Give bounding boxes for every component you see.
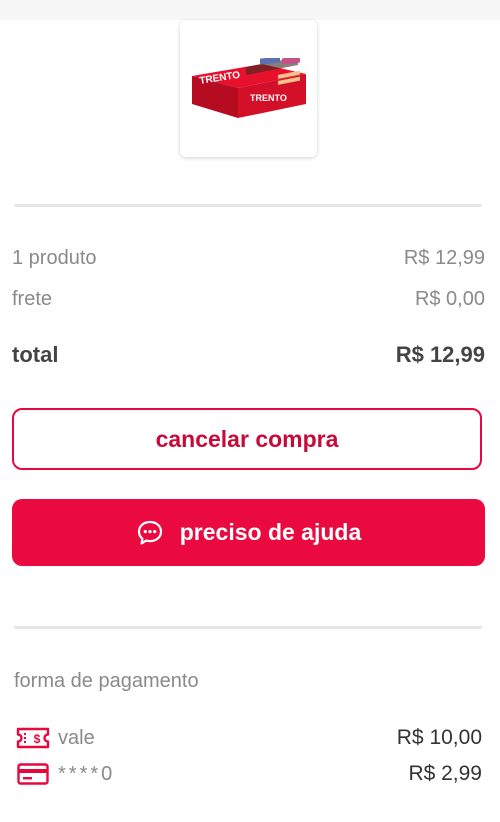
product-image-card[interactable]: TRENTO TRENTO — [180, 20, 317, 157]
voucher-icon: $ — [16, 727, 50, 749]
payment-method-row: ****0 R$ 2,99 — [16, 762, 482, 786]
cancel-purchase-label: cancelar compra — [155, 425, 339, 452]
shipping-label: frete — [12, 288, 53, 310]
svg-text:TRENTO: TRENTO — [250, 93, 287, 103]
chat-bubble-icon — [137, 520, 162, 545]
voucher-value: R$ 10,00 — [396, 726, 482, 749]
help-label: preciso de ajuda — [179, 519, 362, 545]
summary-total-row: total R$ 12,99 — [12, 342, 485, 368]
card-number-masked: ****0 — [58, 762, 116, 785]
top-bar — [0, 0, 500, 20]
trento-chocolate-box-icon: TRENTO TRENTO — [192, 58, 306, 118]
products-count-label: 1 produto — [12, 247, 97, 269]
total-label: total — [12, 342, 59, 367]
credit-card-icon — [17, 763, 49, 785]
cancel-purchase-button[interactable]: cancelar compra — [12, 408, 482, 470]
summary-shipping-row: frete R$ 0,00 — [12, 288, 485, 311]
voucher-label: vale — [58, 726, 95, 749]
payment-method-row: $ vale R$ 10,00 — [16, 726, 482, 750]
divider-bottom — [14, 626, 482, 629]
payment-method-title: forma de pagamento — [14, 670, 199, 692]
svg-text:$: $ — [34, 732, 41, 746]
total-value: R$ 12,99 — [395, 342, 485, 367]
products-value: R$ 12,99 — [403, 247, 485, 269]
divider-top — [14, 204, 482, 207]
shipping-value: R$ 0,00 — [414, 288, 485, 310]
help-button[interactable]: preciso de ajuda — [12, 499, 485, 566]
card-value: R$ 2,99 — [408, 762, 482, 785]
summary-products-row: 1 produto R$ 12,99 — [12, 247, 485, 270]
